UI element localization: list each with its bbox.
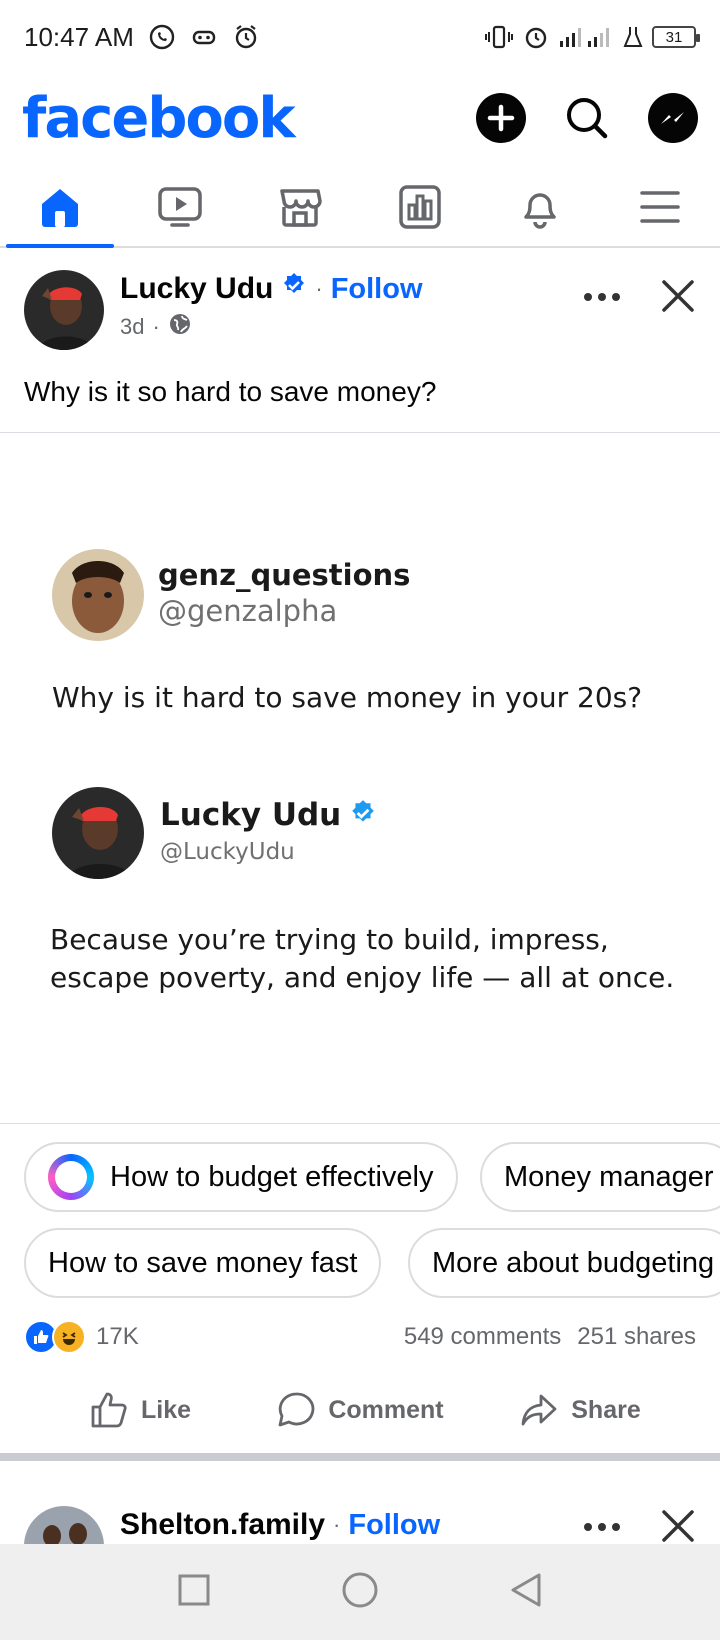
- chip-more-budgeting[interactable]: More about budgeting: [408, 1228, 720, 1298]
- vibrate-icon: [484, 23, 514, 51]
- globe-icon: [168, 312, 192, 342]
- comment-icon: [278, 1392, 315, 1427]
- next-post-header: Shelton.family · Follow: [0, 1484, 720, 1544]
- home-button[interactable]: [341, 1571, 379, 1614]
- comment-label: Comment: [328, 1395, 444, 1424]
- chip-budget-effectively[interactable]: How to budget effectively: [24, 1142, 458, 1212]
- reaction-icons[interactable]: [24, 1320, 86, 1354]
- more-options-button[interactable]: [582, 290, 622, 308]
- circle-icon: [342, 1572, 378, 1607]
- search-icon: [567, 98, 608, 139]
- whatsapp-icon: [148, 23, 176, 51]
- more-dots-icon: [584, 1522, 620, 1531]
- answer-text-line-2: escape poverty, and enjoy life — all at …: [50, 961, 675, 994]
- video-icon: [158, 187, 202, 227]
- hide-post-button[interactable]: [660, 278, 696, 319]
- flask-icon: [622, 24, 644, 50]
- battery-icon: 31: [652, 26, 700, 48]
- question-avatar: [52, 549, 144, 641]
- author-avatar[interactable]: [24, 270, 104, 350]
- haha-reaction-icon: [52, 1320, 86, 1354]
- post-time[interactable]: 3d: [120, 314, 144, 340]
- next-post-author[interactable]: Shelton.family: [120, 1508, 325, 1542]
- chip-money-manager[interactable]: Money manager: [480, 1142, 720, 1212]
- close-icon: [662, 280, 694, 312]
- answer-text-line-1: Because you’re trying to build, impress,: [50, 923, 609, 956]
- meta-ai-icon: [48, 1154, 94, 1200]
- answer-author: Lucky Udu: [160, 797, 342, 833]
- share-icon: [521, 1394, 557, 1426]
- post-text: Why is it so hard to save money?: [24, 376, 437, 407]
- chip-label: How to budget effectively: [110, 1160, 434, 1193]
- author-name[interactable]: Lucky Udu: [120, 272, 273, 306]
- bell-icon: [524, 193, 556, 229]
- next-post-close-button[interactable]: [660, 1508, 696, 1544]
- question-text: Why is it hard to save money in your 20s…: [52, 681, 643, 714]
- comment-button[interactable]: Comment: [250, 1390, 470, 1430]
- comments-count[interactable]: 549 comments: [404, 1323, 561, 1351]
- messenger-icon: [661, 112, 684, 124]
- next-post-more-button[interactable]: [582, 1520, 622, 1538]
- time-dot: ·: [152, 314, 160, 339]
- close-icon: [662, 1510, 694, 1542]
- alarm-icon: [232, 23, 260, 51]
- share-label: Share: [571, 1395, 641, 1424]
- nav-tabs: [0, 168, 720, 248]
- separator-dot: ·: [333, 1512, 341, 1537]
- messenger-button[interactable]: [648, 93, 698, 143]
- dashboard-icon: [399, 185, 441, 229]
- chip-label: More about budgeting: [432, 1246, 715, 1279]
- facebook-logo[interactable]: facebook: [22, 86, 296, 151]
- plus-icon: [487, 104, 515, 132]
- create-post-button[interactable]: [476, 93, 526, 143]
- status-time: 10:47 AM: [24, 21, 134, 52]
- tab-menu[interactable]: [600, 168, 720, 246]
- tab-dashboard[interactable]: [360, 168, 480, 246]
- shares-count[interactable]: 251 shares: [577, 1323, 696, 1351]
- chip-save-money-fast[interactable]: How to save money fast: [24, 1228, 382, 1298]
- alarm-status-icon: [522, 23, 550, 51]
- answer-verified-icon: [349, 799, 377, 832]
- back-triangle-icon: [511, 1573, 541, 1606]
- like-button[interactable]: Like: [30, 1390, 250, 1430]
- reactions-summary: 17K 549 comments 251 shares: [0, 1307, 720, 1367]
- status-bar: 10:47 AM 31: [0, 0, 720, 74]
- home-icon: [42, 189, 78, 227]
- app-header: facebook: [0, 78, 720, 158]
- feed-post: Lucky Udu · Follow 3d · Why is it so har…: [0, 250, 720, 1461]
- post-actions: Like Comment Share: [0, 1367, 720, 1453]
- chip-label: How to save money fast: [48, 1246, 358, 1279]
- answer-avatar: [52, 787, 144, 879]
- more-dots-icon: [584, 292, 620, 301]
- feed-separator: [0, 1453, 720, 1461]
- marketplace-icon: [280, 189, 322, 227]
- system-nav-bar: [0, 1544, 720, 1640]
- tab-marketplace[interactable]: [240, 168, 360, 246]
- square-icon: [178, 1574, 210, 1605]
- question-author: genz_questions: [158, 558, 411, 592]
- gamepad-icon: [190, 23, 218, 51]
- menu-icon: [640, 191, 680, 223]
- recents-button[interactable]: [177, 1573, 211, 1612]
- question-handle: @genzalpha: [158, 594, 338, 628]
- separator-dot: ·: [315, 276, 323, 301]
- signal-icon: [558, 25, 614, 49]
- thumbs-up-icon: [91, 1392, 127, 1428]
- next-post-follow-button[interactable]: Follow: [348, 1509, 440, 1542]
- search-button[interactable]: [562, 93, 612, 143]
- tab-notifications[interactable]: [480, 168, 600, 246]
- chip-label: Money manager: [504, 1160, 714, 1193]
- post-image[interactable]: genz_questions @genzalpha Why is it hard…: [0, 433, 720, 1123]
- suggested-searches: How to budget effectively Money manager …: [0, 1123, 720, 1307]
- follow-button[interactable]: Follow: [331, 273, 423, 306]
- verified-badge-icon: [281, 272, 307, 306]
- tab-video[interactable]: [120, 168, 240, 246]
- answer-handle: @LuckyUdu: [160, 839, 295, 865]
- reactions-count[interactable]: 17K: [96, 1323, 139, 1351]
- tab-home[interactable]: [0, 168, 120, 248]
- share-button[interactable]: Share: [470, 1390, 690, 1430]
- like-label: Like: [140, 1395, 192, 1424]
- next-post-avatar[interactable]: [24, 1506, 104, 1544]
- back-button[interactable]: [509, 1572, 543, 1613]
